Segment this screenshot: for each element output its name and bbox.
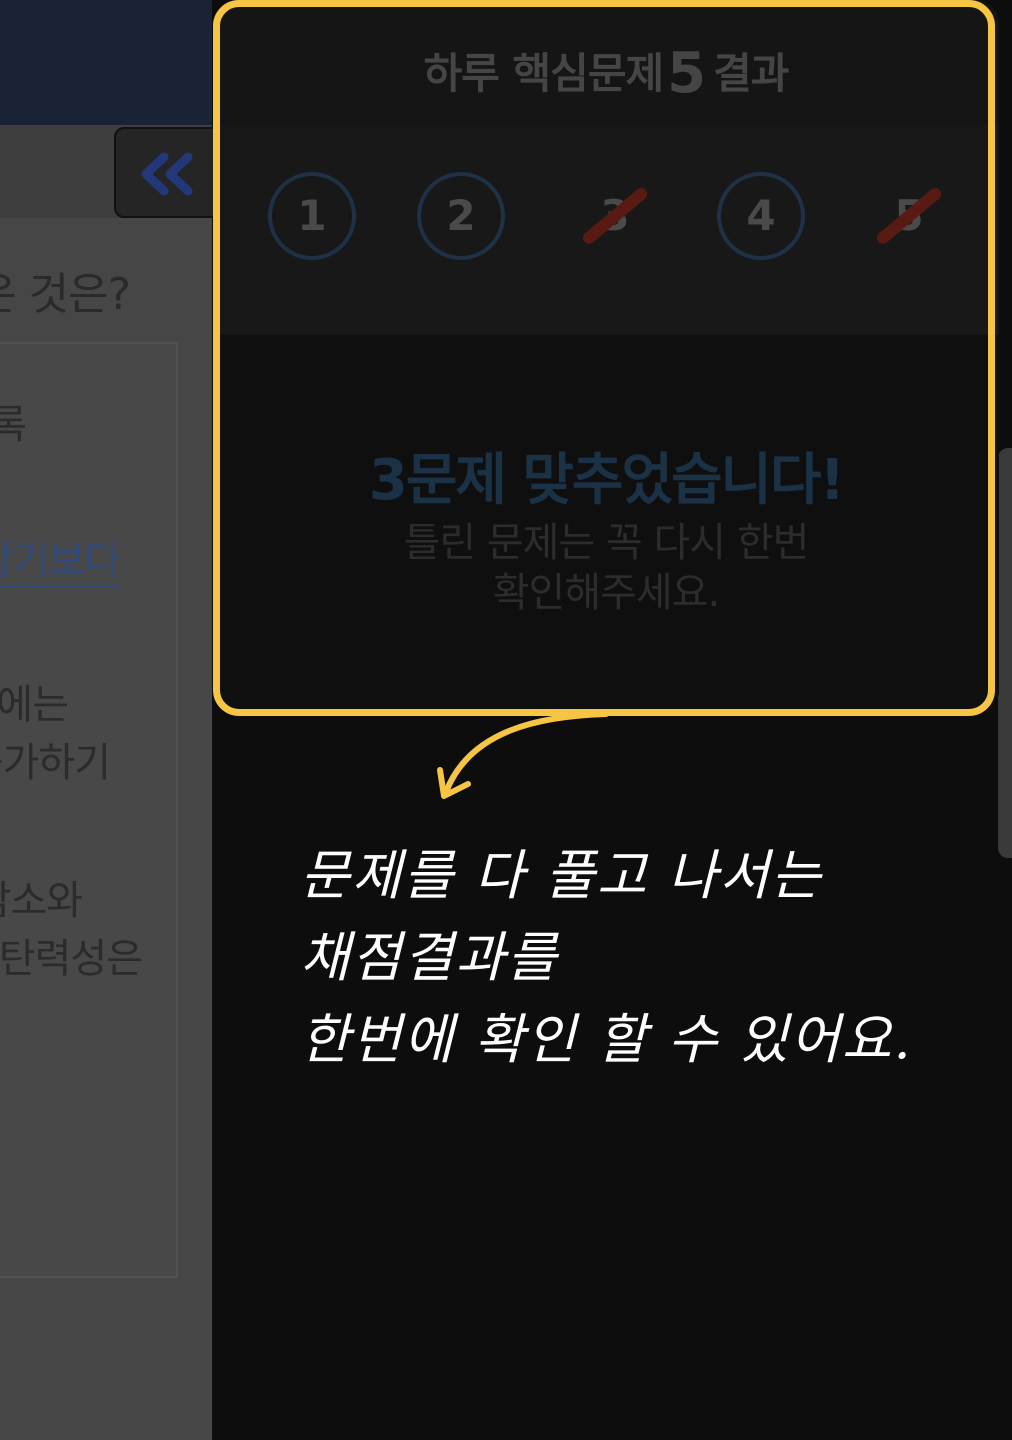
- callout-arrow-icon: [437, 711, 609, 799]
- option-text-3: 에는: [0, 682, 69, 728]
- question-text: 은 것은?: [0, 269, 131, 320]
- highlight-frame: [213, 0, 995, 716]
- annotation-line-1: 문제를 다 풀고 나서는: [300, 844, 823, 907]
- option-text-5: 감소와: [0, 878, 83, 924]
- annotation-text: 문제를 다 풀고 나서는 채점결과를 한번에 확인 할 수 있어요.: [300, 835, 980, 1081]
- option-text-4: 증가하기: [0, 740, 111, 786]
- annotation-line-3: 한번에 확인 할 수 있어요.: [300, 1008, 913, 1071]
- option-text-1: 록: [0, 402, 27, 448]
- scrollbar-handle[interactable]: [998, 448, 1012, 858]
- page-header: [0, 0, 212, 125]
- double-chevron-left-icon: [141, 152, 193, 196]
- option-text-2-link[interactable]: 장기보다: [0, 528, 121, 588]
- option-text-6: 탄력성은: [0, 936, 143, 982]
- collapse-panel-button[interactable]: [114, 127, 226, 218]
- answer-options-box: [0, 342, 178, 1278]
- annotation-line-2: 채점결과를: [300, 926, 559, 989]
